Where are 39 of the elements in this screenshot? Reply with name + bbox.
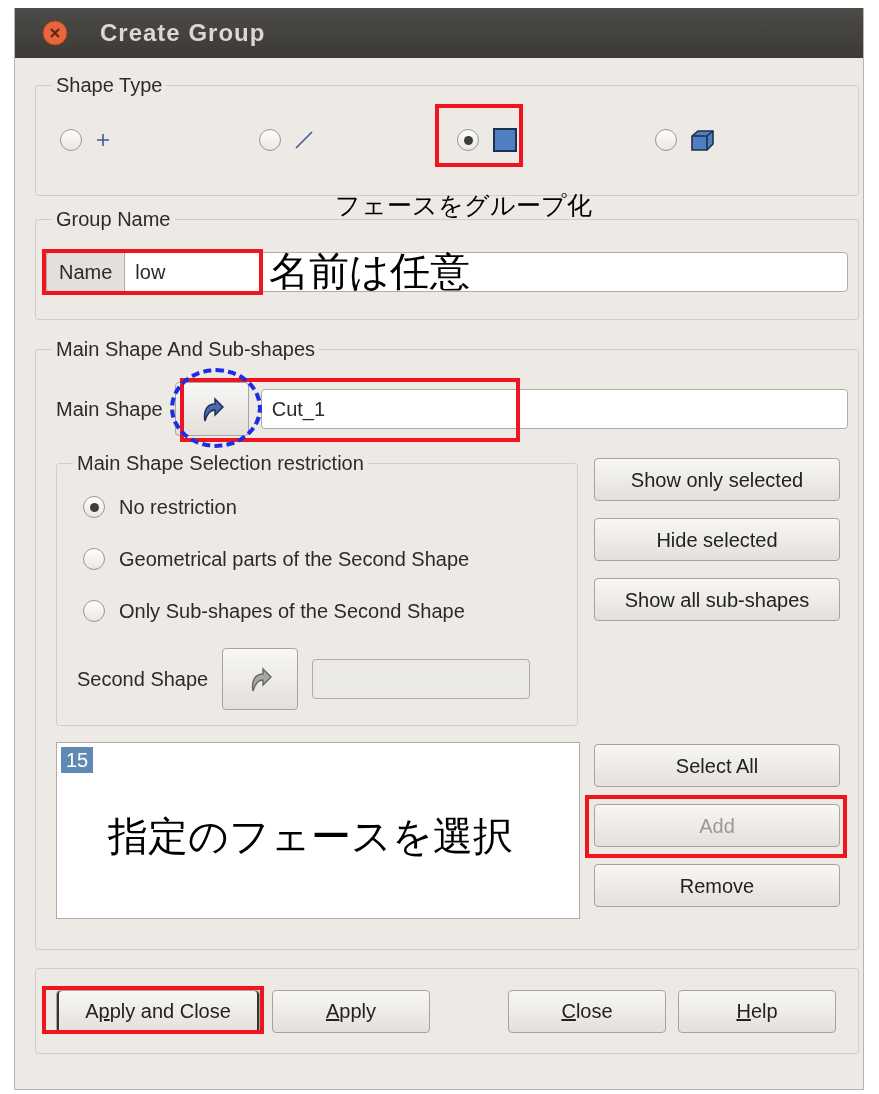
- action-button[interactable]: Close: [508, 989, 666, 1033]
- radio-button[interactable]: [457, 129, 479, 151]
- select-shape-button[interactable]: [174, 382, 249, 436]
- radio-button[interactable]: [83, 548, 105, 570]
- group-title: Main Shape And Sub-shapes: [55, 338, 317, 360]
- main-shape-label: Main Shape: [56, 397, 163, 422]
- action-button[interactable]: Apply and Close: [56, 989, 260, 1033]
- annotation-text: フェースをグループ化: [335, 192, 592, 220]
- close-icon[interactable]: [42, 20, 68, 46]
- plus-icon: [96, 133, 110, 147]
- radio-button[interactable]: [655, 129, 677, 151]
- action-button[interactable]: Hide selected: [594, 518, 840, 561]
- action-button[interactable]: Show all sub-shapes: [594, 578, 840, 621]
- list-item[interactable]: 15: [61, 747, 94, 773]
- option-label: Only Sub-shapes of the Second Shape: [119, 599, 465, 624]
- action-button[interactable]: Apply: [272, 989, 430, 1033]
- action-button[interactable]: Show only selected: [594, 458, 840, 501]
- radio-button[interactable]: [83, 496, 105, 518]
- action-button[interactable]: Help: [678, 989, 836, 1033]
- action-button[interactable]: Remove: [594, 864, 840, 907]
- main-shape-field[interactable]: Cut_1: [260, 389, 848, 429]
- radio-button[interactable]: [83, 600, 105, 622]
- second-shape-label: Second Shape: [77, 667, 209, 692]
- name-label: Name: [46, 252, 125, 292]
- line-icon: [295, 131, 313, 149]
- name-field[interactable]: low 名前は任意: [124, 252, 848, 292]
- annotation-text: 名前は任意: [269, 249, 471, 293]
- option-label: Geometrical parts of the Second Shape: [119, 547, 470, 572]
- option-label: No restriction: [119, 495, 237, 520]
- square-icon: [493, 128, 517, 152]
- annotation-text: 指定のフェースを選択: [108, 814, 513, 858]
- radio-button[interactable]: [60, 129, 82, 151]
- group-title: Main Shape Selection restriction: [76, 452, 365, 474]
- window-title: Create Group: [100, 18, 266, 48]
- group-title: Shape Type: [55, 74, 164, 96]
- group-title: Group Name: [55, 208, 172, 230]
- cube-icon: [691, 129, 714, 151]
- action-button[interactable]: Select All: [594, 744, 840, 787]
- radio-button[interactable]: [259, 129, 281, 151]
